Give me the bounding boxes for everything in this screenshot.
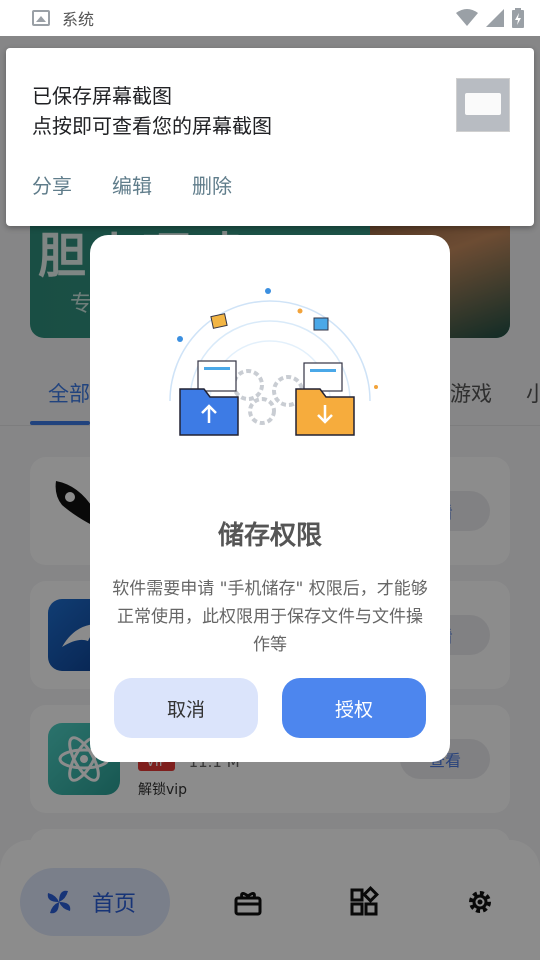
battery-icon: [512, 8, 524, 28]
dialog-title: 储存权限: [217, 521, 322, 551]
dialog-message: 软件需要申请 "手机储存" 权限后，才能够正常使用，此权限用于保存文件与文件操作…: [112, 579, 428, 655]
storage-folders-illustration: [169, 288, 378, 436]
cancel-button[interactable]: 取消: [114, 678, 258, 738]
gallery-icon: [32, 10, 50, 26]
status-bar: 系统: [0, 0, 540, 36]
notification-subtitle: 点按即可查看您的屏幕截图: [32, 114, 272, 138]
authorize-button[interactable]: 授权: [282, 678, 426, 738]
thumbnail-preview: [465, 93, 501, 115]
wifi-icon: [456, 9, 478, 26]
edit-button[interactable]: 编辑: [112, 170, 152, 199]
delete-button[interactable]: 删除: [192, 170, 232, 199]
share-button[interactable]: 分享: [32, 170, 72, 199]
permission-dialog: 储存权限 软件需要申请 "手机储存" 权限后，才能够正常使用，此权限用于保存文件…: [90, 235, 450, 762]
screenshot-thumbnail[interactable]: [456, 78, 510, 132]
status-indicators: [456, 8, 524, 28]
signal-icon: [486, 9, 504, 27]
status-app-label: 系统: [62, 10, 95, 29]
notification-actions: 分享 编辑 删除: [32, 170, 232, 199]
notification-title: 已保存屏幕截图: [32, 84, 172, 108]
screenshot-notification[interactable]: 已保存屏幕截图 点按即可查看您的屏幕截图 分享 编辑 删除: [6, 48, 534, 226]
